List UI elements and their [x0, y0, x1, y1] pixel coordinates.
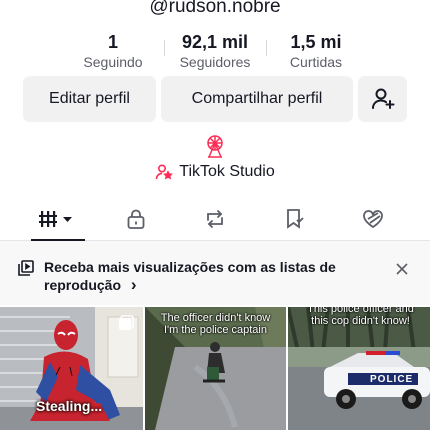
video-thumbnail[interactable]: Stealing...: [0, 307, 143, 430]
studio-label: TikTok Studio: [179, 163, 275, 180]
chevron-right-icon: ›: [130, 275, 137, 294]
content-tabs: [0, 198, 430, 241]
tab-videos[interactable]: [18, 198, 98, 240]
banner-text: Receba mais visualizações com as listas …: [44, 259, 336, 294]
playlist-icon: [18, 260, 34, 276]
followers-count: 92,1 mil: [181, 32, 249, 52]
stat-followers[interactable]: 92,1 mil Seguidores: [160, 32, 270, 70]
tab-reposts[interactable]: [175, 198, 255, 240]
edit-profile-button[interactable]: Editar perfil: [23, 76, 156, 122]
close-icon[interactable]: [396, 263, 408, 275]
stat-following[interactable]: 1 Seguindo: [58, 32, 168, 70]
likes-count: 1,5 mi: [290, 32, 342, 52]
heart-icon: [363, 210, 383, 229]
video-caption: The officer didn't know I'm the police c…: [160, 312, 271, 336]
ferris-wheel-icon[interactable]: [204, 134, 226, 158]
username: @rudson.nobre: [149, 0, 281, 17]
likes-label: Curtidas: [289, 54, 343, 70]
video-overlay-text: Stealing...: [36, 398, 103, 414]
video-thumbnail[interactable]: POLICE This police officer and this cop …: [288, 307, 430, 430]
add-person-icon: [371, 88, 394, 109]
following-count: 1: [107, 32, 118, 52]
lock-icon: [127, 209, 145, 229]
following-label: Seguindo: [83, 54, 143, 70]
tab-private[interactable]: [96, 198, 176, 240]
tiktok-studio-link[interactable]: TikTok Studio: [0, 163, 430, 181]
bookmark-icon: [287, 209, 304, 229]
add-friend-button[interactable]: [358, 76, 407, 122]
share-profile-button[interactable]: Compartilhar perfil: [161, 76, 353, 122]
stats-row: 1 Seguindo 92,1 mil Seguidores 1,5 mi Cu…: [0, 32, 430, 72]
tab-liked[interactable]: [334, 198, 414, 240]
video-caption: This police officer and this cop didn't …: [307, 307, 414, 327]
police-text: POLICE: [370, 374, 414, 385]
video-thumbnail[interactable]: The officer didn't know I'm the police c…: [145, 307, 286, 430]
grid-icon: [39, 211, 72, 227]
tab-favorites[interactable]: [255, 198, 335, 240]
stat-likes[interactable]: 1,5 mi Curtidas: [261, 32, 371, 70]
multi-photo-icon: [119, 315, 134, 330]
person-star-icon: [155, 164, 174, 180]
followers-label: Seguidores: [179, 54, 251, 70]
repost-icon: [207, 210, 223, 228]
playlist-banner[interactable]: Receba mais visualizações com as listas …: [0, 241, 430, 305]
